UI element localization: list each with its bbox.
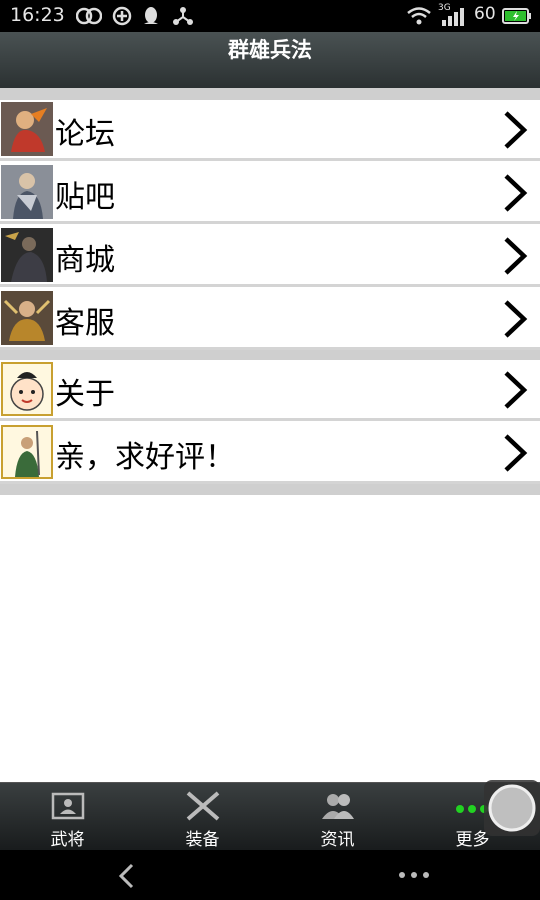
tab-equipment[interactable]: 装备 — [135, 783, 270, 851]
menu-item-shop[interactable]: 商城 — [0, 226, 540, 287]
chevron-right-icon — [504, 300, 528, 338]
about-avatar-icon — [1, 362, 53, 416]
menu-item-label: 关于 — [55, 377, 115, 412]
shop-avatar-icon — [1, 228, 53, 282]
title-bar: 群雄兵法 — [0, 32, 540, 88]
list-divider — [0, 350, 540, 360]
rate-avatar-icon — [1, 425, 53, 479]
menu-item-about[interactable]: 关于 — [0, 360, 540, 421]
menu-item-service[interactable]: 客服 — [0, 289, 540, 350]
tieba-avatar-icon — [1, 165, 53, 219]
menu-dots-icon[interactable] — [398, 870, 430, 880]
chevron-right-icon — [504, 174, 528, 212]
status-bar: 16:23 3G 60 — [0, 0, 540, 32]
service-avatar-icon — [1, 291, 53, 345]
menu-item-label: 客服 — [55, 306, 115, 341]
wifi-icon — [407, 7, 431, 25]
tab-label: 武将 — [50, 830, 85, 850]
chevron-right-icon — [504, 237, 528, 275]
list-divider — [0, 88, 540, 100]
battery-icon — [502, 8, 531, 24]
menu-item-forum[interactable]: 论坛 — [0, 100, 540, 161]
floating-assistive-button[interactable] — [482, 778, 540, 836]
tab-generals[interactable]: 武将 — [0, 783, 135, 851]
people-icon — [321, 794, 354, 819]
tab-label: 资讯 — [320, 830, 355, 850]
menu-item-tieba[interactable]: 贴吧 — [0, 163, 540, 224]
system-nav-bar — [0, 850, 540, 900]
refresh-icon — [112, 6, 132, 26]
chevron-right-icon — [504, 111, 528, 149]
menu-item-label: 商城 — [55, 243, 115, 278]
sync-icon — [76, 7, 102, 25]
menu-item-rate[interactable]: 亲，求好评！ — [0, 423, 540, 484]
menu-item-label: 论坛 — [55, 117, 115, 152]
list-divider — [0, 484, 540, 495]
tab-label: 装备 — [185, 830, 220, 850]
tab-news[interactable]: 资讯 — [270, 783, 405, 851]
qq-icon — [144, 7, 158, 24]
bottom-tab-bar: 武将 装备 资讯 更多 — [0, 782, 540, 851]
status-time: 16:23 — [10, 4, 65, 26]
menu-item-label: 贴吧 — [55, 180, 115, 215]
share-icon — [173, 7, 193, 25]
forum-avatar-icon — [1, 102, 53, 156]
chevron-right-icon — [504, 434, 528, 472]
crossed-swords-icon — [186, 791, 219, 821]
id-card-icon — [51, 792, 84, 820]
page-title: 群雄兵法 — [228, 38, 312, 62]
chevron-right-icon — [504, 371, 528, 409]
signal-icon — [442, 8, 464, 26]
battery-level: 60 — [474, 4, 496, 24]
back-icon[interactable] — [116, 862, 138, 890]
menu-item-label: 亲，求好评！ — [55, 440, 235, 475]
